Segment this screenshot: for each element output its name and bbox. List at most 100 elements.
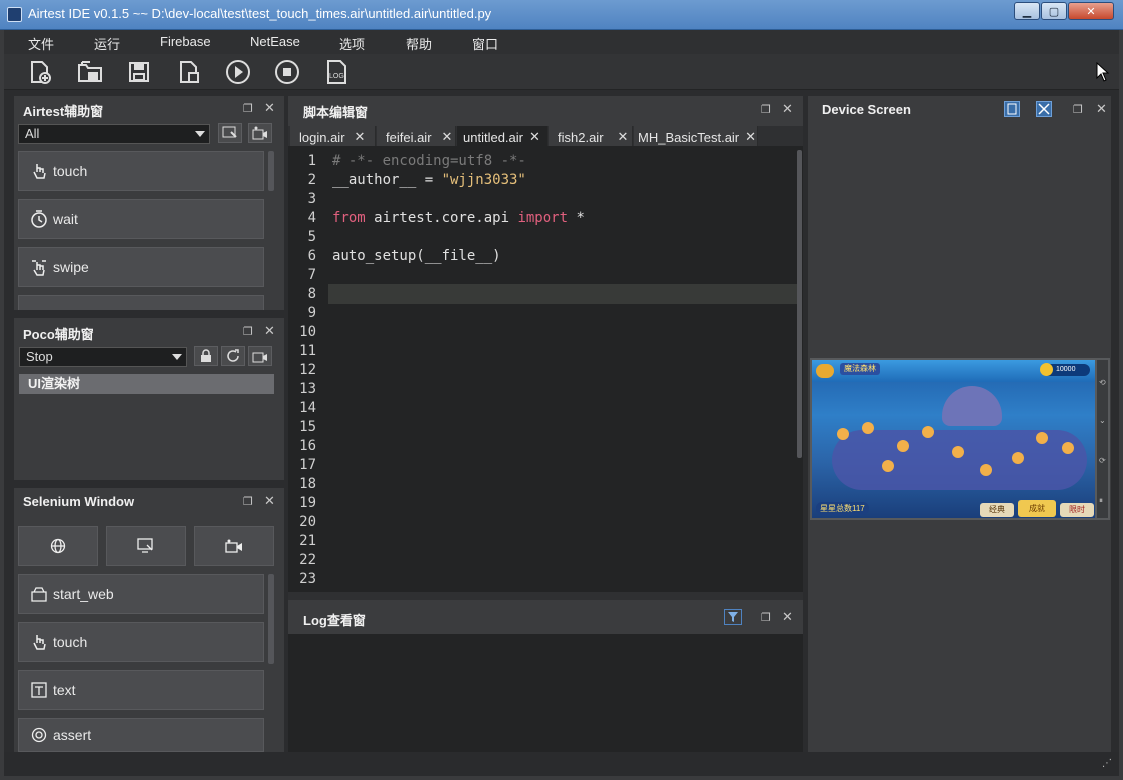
level-node-icon xyxy=(882,460,894,472)
run-icon[interactable] xyxy=(224,58,252,86)
selenium-item-assert[interactable]: assert xyxy=(18,718,264,752)
close-icon[interactable]: ✕ xyxy=(782,101,793,117)
editor-scrollbar[interactable] xyxy=(797,150,802,458)
log-output[interactable] xyxy=(288,634,803,752)
selenium-item-text[interactable]: text xyxy=(18,670,264,710)
close-icon[interactable]: ✕ xyxy=(264,100,275,116)
game-achievement-button: 成就 xyxy=(1018,500,1056,517)
menu-netease[interactable]: NetEase xyxy=(250,34,300,49)
globe-icon xyxy=(50,538,66,554)
menu-run[interactable]: 运行 xyxy=(94,34,120,53)
code-author-var: __author__ = xyxy=(332,172,442,188)
float-icon[interactable]: ❐ xyxy=(243,325,253,338)
editor-panel-header: 脚本编辑窗 ❐ ✕ xyxy=(288,96,803,126)
poco-mode-select[interactable]: Stop xyxy=(19,347,187,367)
airtest-item-wait[interactable]: wait xyxy=(18,199,264,239)
selenium-item-label: start_web xyxy=(53,586,114,602)
line-number: 19 xyxy=(299,495,316,511)
device-chevron-icon[interactable]: ⌄ xyxy=(1099,416,1106,425)
selenium-item-touch[interactable]: touch xyxy=(18,622,264,662)
selenium-item-start-web[interactable]: start_web xyxy=(18,574,264,614)
inspect-button[interactable] xyxy=(106,526,186,566)
editor-panel-title: 脚本编辑窗 xyxy=(303,105,369,120)
tab-untitled[interactable]: untitled.air ✕ xyxy=(457,126,548,148)
code-author-string: "wjjn3033" xyxy=(441,172,526,188)
tab-label: feifei.air xyxy=(386,129,432,145)
screenshot-target-button[interactable] xyxy=(218,123,242,143)
minimize-button[interactable]: ▁ xyxy=(1014,2,1040,20)
tab-fish2[interactable]: fish2.air ✕ xyxy=(549,126,633,148)
tab-label: MH_BasicTest.air xyxy=(638,129,740,145)
ui-tree-root[interactable]: UI渲染树 xyxy=(19,374,274,394)
airtest-item-touch[interactable]: touch xyxy=(18,151,264,191)
selenium-item-label: text xyxy=(53,682,76,698)
close-icon[interactable]: ✕ xyxy=(1096,101,1107,117)
tab-close-icon[interactable]: ✕ xyxy=(745,129,756,145)
tab-close-icon[interactable]: ✕ xyxy=(618,129,629,145)
stop-icon[interactable] xyxy=(273,58,301,86)
airtest-item-swipe[interactable]: swipe xyxy=(18,247,264,287)
menu-file[interactable]: 文件 xyxy=(28,34,54,53)
maximize-button[interactable]: ▢ xyxy=(1041,2,1067,20)
level-node-icon xyxy=(837,428,849,440)
level-node-icon xyxy=(1062,442,1074,454)
refresh-icon xyxy=(227,349,239,362)
tab-mh-basictest[interactable]: MH_BasicTest.air ✕ xyxy=(634,126,758,148)
line-number: 20 xyxy=(299,514,316,530)
close-icon[interactable]: ✕ xyxy=(264,323,275,339)
menu-options[interactable]: 选项 xyxy=(339,34,365,53)
menu-help[interactable]: 帮助 xyxy=(406,34,432,53)
open-folder-icon[interactable] xyxy=(76,58,104,86)
float-icon[interactable]: ❐ xyxy=(243,495,253,508)
game-stars: 星星总数117 xyxy=(816,502,869,515)
code-editor[interactable]: 1 2 3 4 5 6 7 8 9 10 11 12 13 14 15 16 17 18 19 20 21 22 23 # … xyxy=(288,146,803,592)
save-as-icon[interactable] xyxy=(175,58,203,86)
selenium-item-label: assert xyxy=(53,727,92,743)
device-menu-icon[interactable]: ⏸ xyxy=(1099,496,1103,506)
tab-close-icon[interactable]: ✕ xyxy=(529,129,540,145)
refresh-button[interactable] xyxy=(221,346,245,366)
new-file-icon[interactable] xyxy=(26,58,54,86)
device-icon xyxy=(1007,103,1017,115)
airtest-scrollbar[interactable] xyxy=(268,151,274,191)
globe-button[interactable] xyxy=(18,526,98,566)
toolbar: LOG xyxy=(4,54,1119,90)
float-icon[interactable]: ❐ xyxy=(243,102,253,115)
game-castle xyxy=(942,386,1002,426)
record-button[interactable] xyxy=(194,526,274,566)
save-icon[interactable] xyxy=(125,58,153,86)
tab-close-icon[interactable]: ✕ xyxy=(442,129,453,145)
airtest-panel-title: Airtest辅助窗 xyxy=(23,104,104,119)
close-icon[interactable]: ✕ xyxy=(264,493,275,509)
line-number: 1 xyxy=(307,153,316,169)
log-icon[interactable]: LOG xyxy=(322,58,350,86)
float-icon[interactable]: ❐ xyxy=(761,611,771,624)
close-button[interactable]: ✕ xyxy=(1068,2,1114,20)
device-tools-button[interactable] xyxy=(1036,101,1052,117)
airtest-item-partial[interactable] xyxy=(18,295,264,310)
menu-window[interactable]: 窗口 xyxy=(472,34,498,53)
tab-close-icon[interactable]: ✕ xyxy=(355,129,366,145)
coin-icon xyxy=(1040,363,1053,376)
mouse-cursor-icon xyxy=(1096,61,1110,85)
float-icon[interactable]: ❐ xyxy=(1073,103,1083,116)
splitter[interactable] xyxy=(288,592,803,600)
resize-grip-icon[interactable]: ⋰ xyxy=(1102,758,1112,769)
line-number: 8 xyxy=(307,286,316,302)
device-screen[interactable]: 魔法森林 10000 星星总数117 经典 成就 限时 ⟲ ⌄ ⟳ ⏸ xyxy=(810,358,1110,520)
record-button[interactable] xyxy=(248,123,272,143)
close-icon[interactable]: ✕ xyxy=(782,609,793,625)
device-back-icon[interactable]: ⟲ xyxy=(1099,378,1106,387)
tab-login[interactable]: login.air ✕ xyxy=(290,126,376,148)
record-button[interactable] xyxy=(248,346,272,366)
menu-firebase[interactable]: Firebase xyxy=(160,34,211,49)
filter-button[interactable] xyxy=(724,609,742,625)
device-connect-button[interactable] xyxy=(1004,101,1020,117)
float-icon[interactable]: ❐ xyxy=(761,103,771,116)
tab-feifei[interactable]: feifei.air ✕ xyxy=(377,126,456,148)
code-line-6: auto_setup(__file__) xyxy=(332,248,501,264)
lock-button[interactable] xyxy=(194,346,218,366)
device-home-icon[interactable]: ⟳ xyxy=(1099,456,1106,465)
selenium-scrollbar[interactable] xyxy=(268,574,274,664)
airtest-filter-select[interactable]: All xyxy=(18,124,210,144)
